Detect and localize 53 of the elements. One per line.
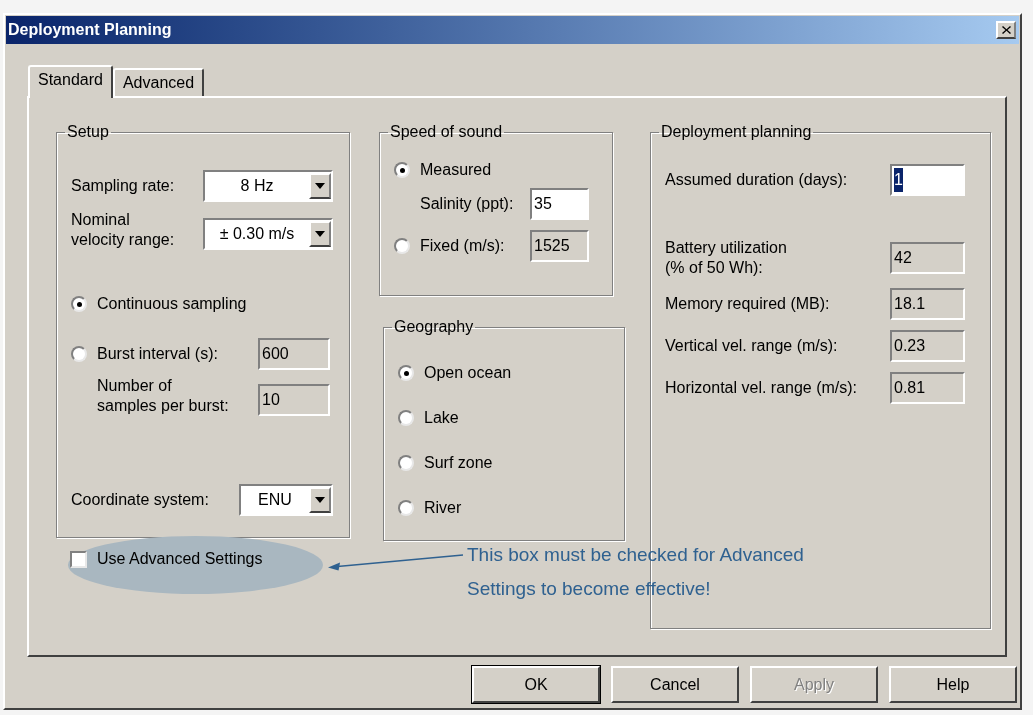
text-field[interactable]: 35 (530, 188, 589, 220)
field-label: Number of samples per burst: (97, 376, 230, 416)
text-field[interactable]: 1525 (530, 230, 589, 262)
radio-label: Fixed (m/s): (420, 236, 505, 256)
field-label: Nominal velocity range: (71, 210, 176, 250)
radio-label: Open ocean (424, 363, 512, 383)
radio-label: Lake (424, 408, 459, 428)
output-field: 0.81 (890, 372, 965, 404)
field-label: Memory required (MB): (665, 294, 831, 314)
radio-label: Measured (420, 160, 492, 180)
field-label: Sampling rate: (71, 176, 176, 196)
dropdown[interactable]: ± 0.30 m/s (203, 218, 333, 250)
radio-label: River (424, 498, 462, 518)
annotation-text: This box must be checked for Advanced Settings to become effective! (467, 543, 804, 601)
radio-button[interactable] (398, 455, 414, 471)
field-label: Horizontal vel. range (m/s): (665, 378, 859, 398)
window-title: Deployment Planning (8, 20, 173, 40)
radio-button[interactable] (398, 500, 414, 516)
radio-label: Burst interval (s): (97, 344, 218, 364)
text-field[interactable]: 10 (258, 384, 330, 416)
output-field: 0.23 (890, 330, 965, 362)
checkbox-label: Use Advanced Settings (97, 549, 263, 569)
text-field[interactable]: 600 (258, 338, 330, 370)
dialog-button[interactable]: OK (472, 666, 600, 703)
group-title: Deployment planning (660, 122, 813, 142)
close-icon[interactable] (996, 21, 1016, 39)
text-field[interactable]: 1 (890, 164, 965, 196)
group-title: Setup (66, 122, 110, 142)
arrow-icon (326, 553, 464, 573)
dialog-button[interactable]: Cancel (611, 666, 739, 703)
radio-label: Surf zone (424, 453, 493, 473)
dropdown[interactable]: ENU (239, 484, 333, 516)
checkbox[interactable] (70, 550, 87, 568)
group-title: Geography (393, 317, 475, 337)
field-label: Salinity (ppt): (420, 194, 515, 214)
group-title: Speed of sound (389, 122, 504, 142)
field-label: Coordinate system: (71, 490, 210, 510)
radio-button[interactable] (71, 296, 87, 312)
field-label: Vertical vel. range (m/s): (665, 336, 839, 356)
radio-label: Continuous sampling (97, 294, 247, 314)
tab[interactable]: Advanced (112, 68, 205, 96)
field-label: Battery utilization (% of 50 Wh): (665, 238, 788, 278)
output-field: 18.1 (890, 288, 965, 320)
radio-button[interactable] (394, 162, 410, 178)
radio-button[interactable] (394, 238, 410, 254)
tab[interactable]: Standard (28, 65, 113, 98)
radio-button[interactable] (71, 346, 87, 362)
field-label: Assumed duration (days): (665, 170, 849, 190)
dialog-button[interactable]: Help (889, 666, 1017, 703)
output-field: 42 (890, 242, 965, 274)
radio-button[interactable] (398, 365, 414, 381)
radio-button[interactable] (398, 410, 414, 426)
dropdown[interactable]: 8 Hz (203, 170, 333, 202)
